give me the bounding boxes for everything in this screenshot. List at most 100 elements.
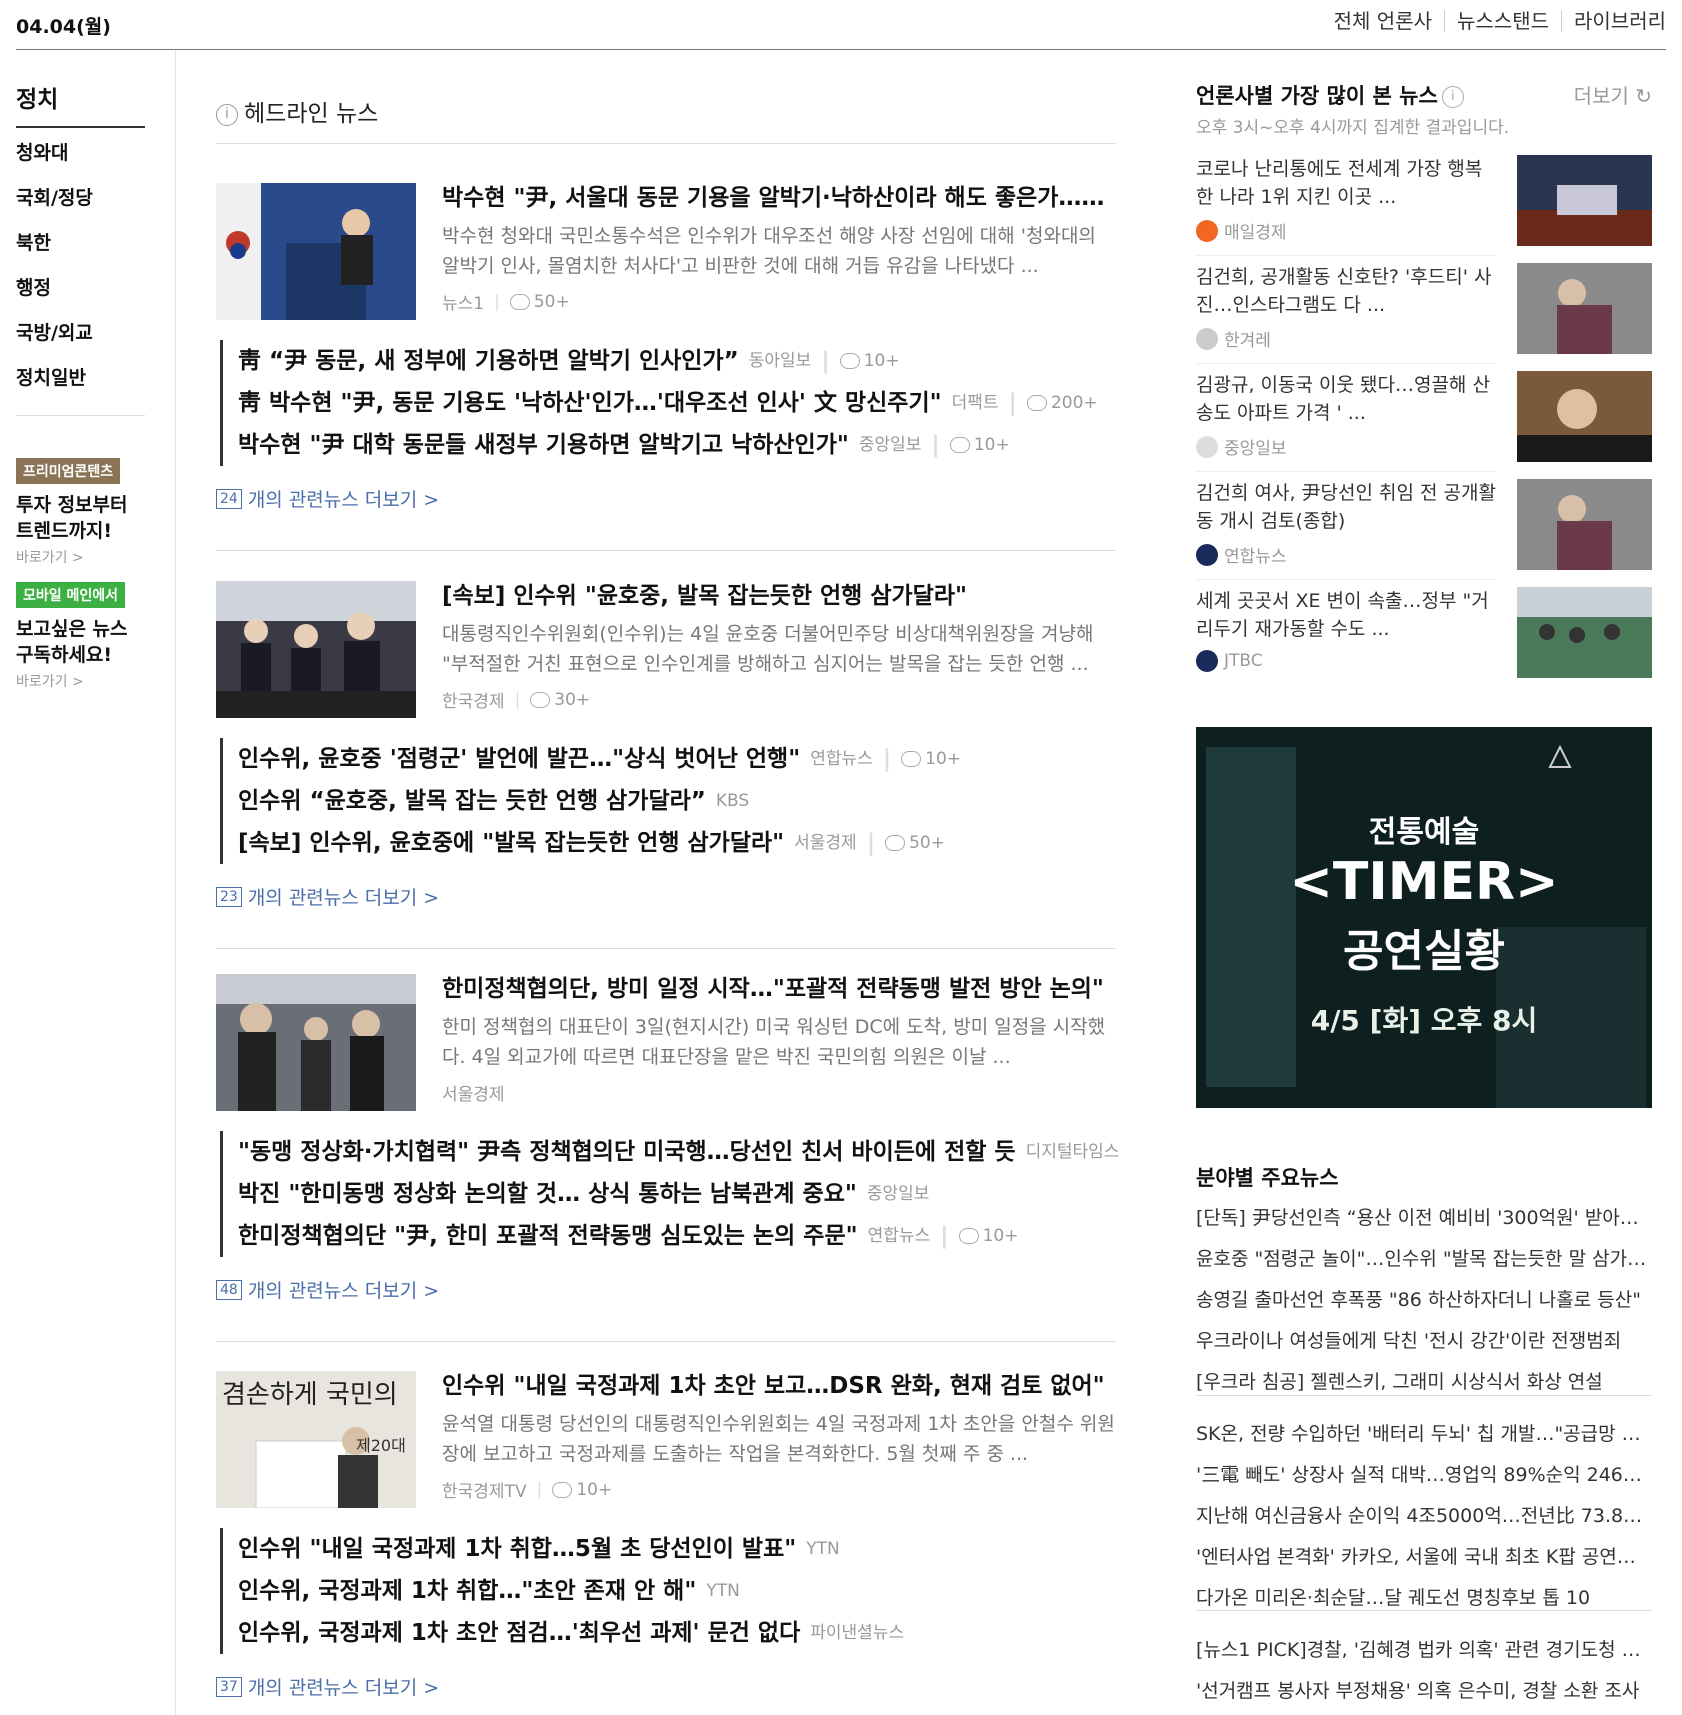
related-press[interactable]: KBS xyxy=(716,780,749,822)
comment-count[interactable]: 30+ xyxy=(530,690,590,710)
cluster-headline[interactable]: 한미정책협의단, 방미 일정 시작…"포괄적 전략동맹 발전 방안 논의" xyxy=(442,974,1116,1004)
cluster-headline[interactable]: 인수위 "내일 국정과제 1차 초안 보고…DSR 완화, 현재 검토 없어" xyxy=(442,1371,1116,1401)
related-press[interactable]: 중앙일보 xyxy=(867,1173,930,1215)
comment-count[interactable]: 10+ xyxy=(949,424,1010,466)
related-press[interactable]: 서울경제 xyxy=(794,822,857,864)
press-name[interactable]: 한국경제TV xyxy=(442,1477,527,1502)
field-news-item[interactable]: '선거캠프 봉사자 부정채용' 의혹 은수미, 경찰 소환 조사 xyxy=(1196,1671,1652,1712)
nav-item-assembly[interactable]: 국회/정당 xyxy=(16,183,93,228)
ranking-title[interactable]: 김건희, 공개활동 신호탄? '후드티' 사진…인스타그램도 다 ... xyxy=(1196,263,1496,319)
press-name[interactable]: 한국경제 xyxy=(442,687,505,712)
related-title[interactable]: 인수위, 윤호중 '점령군' 발언에 발끈…"상식 벗어난 언행" xyxy=(238,738,800,780)
ranking-title[interactable]: 김광규, 이동국 이웃 됐다…영끌해 산 송도 아파트 가격 ' ... xyxy=(1196,371,1496,427)
related-press[interactable]: 디지털타임스 xyxy=(1026,1131,1120,1173)
mobile-promo[interactable]: 모바일 메인에서 보고싶은 뉴스 구독하세요! 바로가기 > xyxy=(16,582,128,691)
related-title[interactable]: 靑 박수현 "尹, 동문 기용도 '낙하산'인가…'대우조선 인사' 文 망신주… xyxy=(238,382,942,424)
news-thumbnail[interactable] xyxy=(216,974,416,1111)
related-news-item[interactable]: 靑 박수현 "尹, 동문 기용도 '낙하산'인가…'대우조선 인사' 文 망신주… xyxy=(238,382,1098,424)
related-press[interactable]: 동아일보 xyxy=(749,340,812,382)
related-news-item[interactable]: "동맹 정상화·가치협력" 尹측 정책협의단 미국행…당선인 친서 바이든에 전… xyxy=(238,1131,1119,1173)
cluster-description[interactable]: 윤석열 대통령 당선인의 대통령직인수위원회는 4일 국정과제 1차 초안을 안… xyxy=(442,1409,1116,1469)
comment-count[interactable]: 200+ xyxy=(1026,382,1098,424)
ranking-title[interactable]: 세계 곳곳서 XE 변이 속출…정부 "거리두기 재가동할 수도 ... xyxy=(1196,587,1496,643)
ranking-item[interactable]: 김건희 여사, 尹당선인 취임 전 공개활동 개시 검토(종합) 연합뉴스 xyxy=(1196,479,1652,589)
ranking-thumbnail[interactable] xyxy=(1517,587,1652,678)
related-press[interactable]: 연합뉴스 xyxy=(810,738,873,780)
comment-count[interactable]: 10+ xyxy=(839,340,900,382)
related-title[interactable]: 한미정책협의단 "尹, 한미 포괄적 전략동맹 심도있는 논의 주문" xyxy=(238,1215,858,1257)
related-title[interactable]: 박진 "한미동맹 정상화 논의할 것… 상식 통하는 남북관계 중요" xyxy=(238,1173,857,1215)
cluster-description[interactable]: 한미 정책협의 대표단이 3일(현지시간) 미국 워싱턴 DC에 도착, 방미 … xyxy=(442,1012,1116,1072)
premium-go-link[interactable]: 바로가기 > xyxy=(16,547,128,567)
related-press[interactable]: 중앙일보 xyxy=(859,424,922,466)
ranking-item[interactable]: 김광규, 이동국 이웃 됐다…영끌해 산 송도 아파트 가격 ' ... 중앙일… xyxy=(1196,371,1652,481)
related-news-item[interactable]: 인수위, 국정과제 1차 초안 점검…'최우선 과제' 문건 없다 파이낸셜뉴스 xyxy=(238,1612,904,1654)
ranking-press[interactable]: 연합뉴스 xyxy=(1196,542,1287,567)
related-title[interactable]: 박수현 "尹 대학 동문들 새정부 기용하면 알박기고 낙하산인가" xyxy=(238,424,849,466)
related-news-item[interactable]: 인수위, 윤호중 '점령군' 발언에 발끈…"상식 벗어난 언행" 연합뉴스 | 10… xyxy=(238,738,961,780)
nav-item-defense[interactable]: 국방/외교 xyxy=(16,318,93,363)
comment-count[interactable]: 10+ xyxy=(901,738,961,780)
press-name[interactable]: 뉴스1 xyxy=(442,289,484,314)
press-name[interactable]: 서울경제 xyxy=(442,1080,505,1105)
field-news-item[interactable]: '엔터사업 본격화' 카카오, 서울에 국내 최초 K팝 공연장... xyxy=(1196,1537,1652,1578)
related-news-item[interactable]: 인수위 “윤호중, 발목 잡는 듯한 언행 삼가달라” KBS xyxy=(238,780,961,822)
field-news-item[interactable]: [우크라 침공] 젤렌스키, 그래미 시상식서 화상 연설 xyxy=(1196,1362,1652,1403)
related-news-item[interactable]: 인수위, 국정과제 1차 취합…"초안 존재 안 해" YTN xyxy=(238,1570,904,1612)
related-more-link[interactable]: 37 개의 관련뉴스 더보기 > xyxy=(216,1673,439,1700)
related-news-item[interactable]: 인수위 "내일 국정과제 1차 취합…5월 초 당선인이 발표" YTN xyxy=(238,1528,904,1570)
field-news-item[interactable]: SK온, 전량 수입하던 '배터리 두뇌' 칩 개발…"공급망 안... xyxy=(1196,1414,1652,1455)
info-icon[interactable]: i xyxy=(1441,86,1464,108)
mobile-go-link[interactable]: 바로가기 > xyxy=(16,671,128,691)
field-news-item[interactable]: [단독] 尹당선인측 “용산 이전 예비비 '300억원' 받아들... xyxy=(1196,1198,1652,1239)
news-thumbnail[interactable]: 겸손하게 국민의 제20대 xyxy=(216,1371,416,1508)
cluster-description[interactable]: 대통령직인수위원회(인수위)는 4일 윤호중 더불어민주당 비상대책위원장을 겨… xyxy=(442,619,1116,679)
ranking-thumbnail[interactable] xyxy=(1517,155,1652,246)
ranking-title[interactable]: 코로나 난리통에도 전세계 가장 행복한 나라 1위 지킨 이곳 ... xyxy=(1196,155,1496,211)
field-news-item[interactable]: [뉴스1 PICK]경찰, '김혜경 법카 의혹' 관련 경기도청 압... xyxy=(1196,1630,1652,1671)
related-press[interactable]: YTN xyxy=(806,1528,840,1570)
related-news-item[interactable]: 박진 "한미동맹 정상화 논의할 것… 상식 통하는 남북관계 중요" 중앙일보 xyxy=(238,1173,1119,1215)
premium-promo[interactable]: 프리미엄콘텐츠 투자 정보부터 트렌드까지! 바로가기 > xyxy=(16,458,128,567)
ranking-press[interactable]: 매일경제 xyxy=(1196,218,1287,243)
most-viewed-more[interactable]: 더보기 ↻ xyxy=(1574,80,1652,109)
cluster-description[interactable]: 박수현 청와대 국민소통수석은 인수위가 대우조선 해양 사장 선임에 대해 '… xyxy=(442,221,1116,281)
related-title[interactable]: 靑 “尹 동문, 새 정부에 기용하면 알박기 인사인가” xyxy=(238,340,739,382)
related-title[interactable]: 인수위 “윤호중, 발목 잡는 듯한 언행 삼가달라” xyxy=(238,780,706,822)
nav-item-general[interactable]: 정치일반 xyxy=(16,363,93,408)
field-news-item[interactable]: 지난해 여신금융사 순이익 4조5000억…전년比 73.8%↑ xyxy=(1196,1496,1652,1537)
related-news-item[interactable]: [속보] 인수위, 윤호중에 "발목 잡는듯한 언행 삼가달라" 서울경제 | 50+ xyxy=(238,822,961,864)
related-title[interactable]: 인수위 "내일 국정과제 1차 취합…5월 초 당선인이 발표" xyxy=(238,1528,796,1570)
field-news-item[interactable]: '三電 빼도' 상장사 실적 대박…영업익 89%순익 246% ... xyxy=(1196,1455,1652,1496)
ranking-title[interactable]: 김건희 여사, 尹당선인 취임 전 공개활동 개시 검토(종합) xyxy=(1196,479,1496,535)
nav-item-northkorea[interactable]: 북한 xyxy=(16,228,93,273)
news-thumbnail[interactable] xyxy=(216,581,416,718)
related-press[interactable]: 더팩트 xyxy=(952,382,999,424)
cluster-headline[interactable]: 박수현 "尹, 서울대 동문 기용을 알박기·낙하산이라 해도 좋은가…왜 ..… xyxy=(442,183,1116,213)
related-news-item[interactable]: 박수현 "尹 대학 동문들 새정부 기용하면 알박기고 낙하산인가" 중앙일보 | 1… xyxy=(238,424,1098,466)
link-all-press[interactable]: 전체 언론사 xyxy=(1322,10,1444,32)
link-newsstand[interactable]: 뉴스스탠드 xyxy=(1444,10,1561,32)
field-news-item[interactable]: 다가온 미리온·최순달…달 궤도선 명칭후보 톱 10 xyxy=(1196,1578,1652,1619)
ranking-item[interactable]: 세계 곳곳서 XE 변이 속출…정부 "거리두기 재가동할 수도 ... JTB… xyxy=(1196,587,1652,697)
ranking-press[interactable]: JTBC xyxy=(1196,650,1263,672)
nav-item-bluehouse[interactable]: 청와대 xyxy=(16,138,93,183)
ranking-thumbnail[interactable] xyxy=(1517,371,1652,462)
comment-count[interactable]: 50+ xyxy=(509,292,570,312)
comment-count[interactable]: 10+ xyxy=(552,1480,612,1500)
related-title[interactable]: "동맹 정상화·가치협력" 尹측 정책협의단 미국행…당선인 친서 바이든에 전… xyxy=(238,1131,1016,1173)
ranking-item[interactable]: 코로나 난리통에도 전세계 가장 행복한 나라 1위 지킨 이곳 ... 매일경… xyxy=(1196,155,1652,265)
related-press[interactable]: 파이낸셜뉴스 xyxy=(810,1612,904,1654)
field-news-item[interactable]: 송영길 출마선언 후폭풍 "86 하산하자더니 나홀로 등산" xyxy=(1196,1280,1652,1321)
cluster-headline[interactable]: [속보] 인수위 "윤호중, 발목 잡는듯한 언행 삼가달라" xyxy=(442,581,1116,611)
ranking-item[interactable]: 김건희, 공개활동 신호탄? '후드티' 사진…인스타그램도 다 ... 한겨레 xyxy=(1196,263,1652,373)
comment-count[interactable]: 10+ xyxy=(958,1215,1018,1257)
ranking-thumbnail[interactable] xyxy=(1517,479,1652,570)
ranking-thumbnail[interactable] xyxy=(1517,263,1652,354)
related-more-link[interactable]: 23 개의 관련뉴스 더보기 > xyxy=(216,883,439,910)
info-icon[interactable]: i xyxy=(216,103,238,126)
related-title[interactable]: 인수위, 국정과제 1차 취합…"초안 존재 안 해" xyxy=(238,1570,696,1612)
nav-item-administration[interactable]: 행정 xyxy=(16,273,93,318)
related-press[interactable]: 연합뉴스 xyxy=(868,1215,931,1257)
related-news-item[interactable]: 靑 “尹 동문, 새 정부에 기용하면 알박기 인사인가” 동아일보 | 10+ xyxy=(238,340,1098,382)
